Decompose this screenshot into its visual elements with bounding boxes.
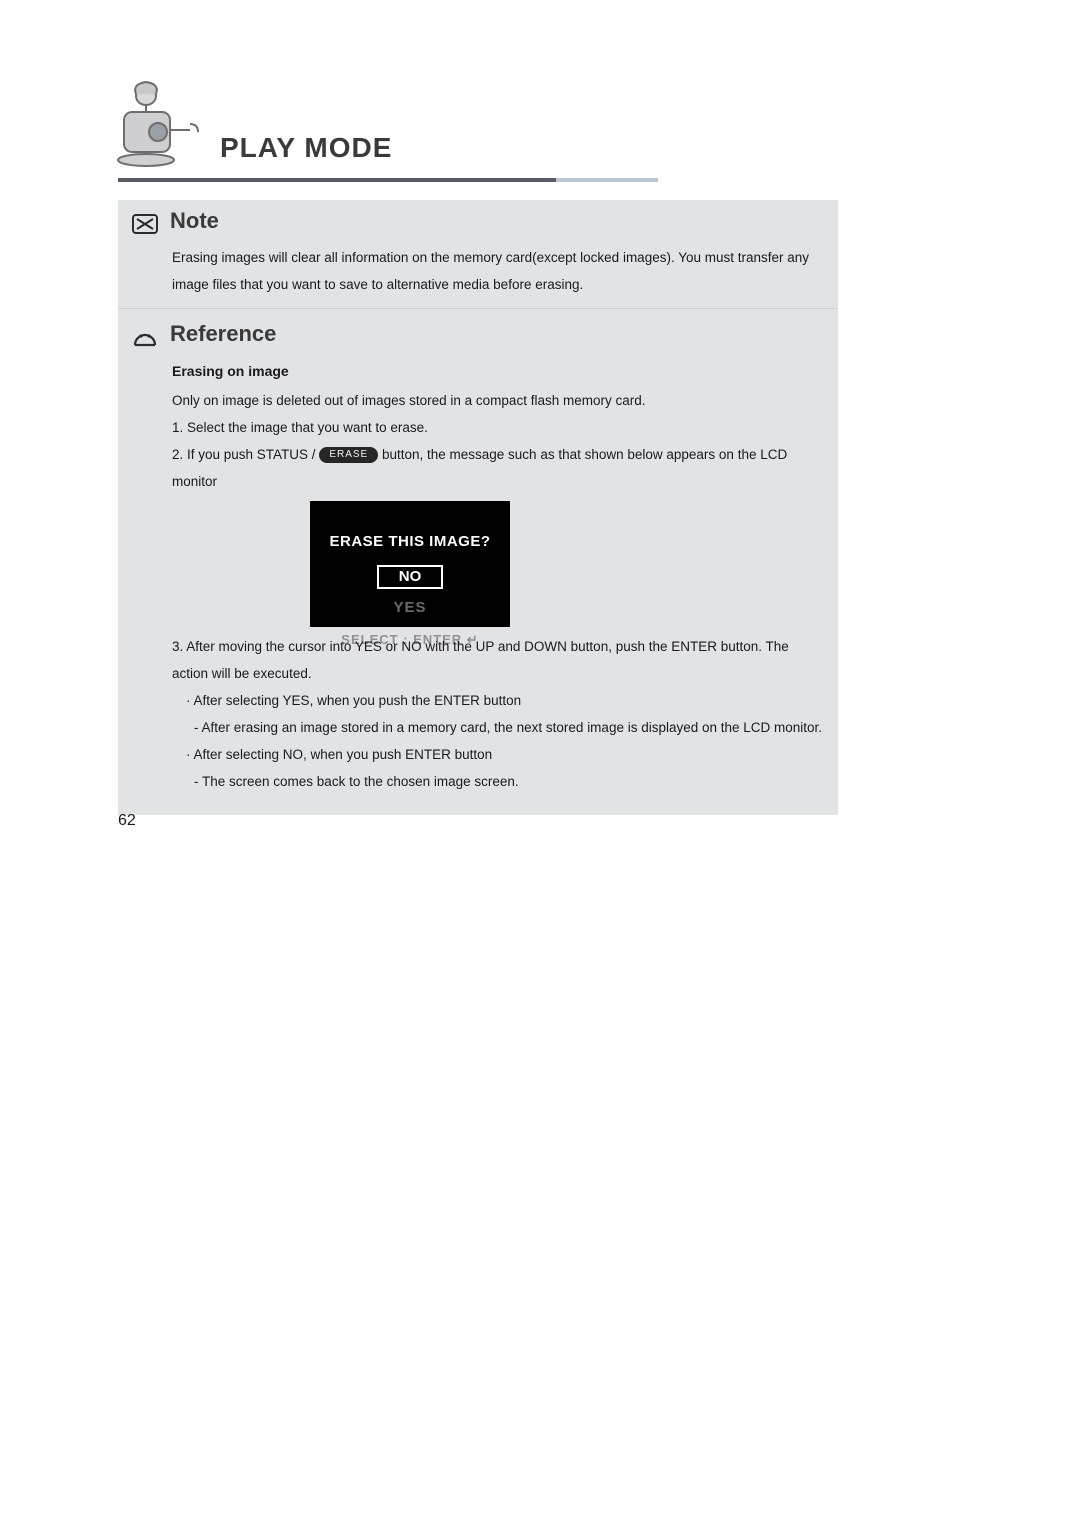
page-header: PLAY MODE xyxy=(118,80,838,188)
reference-step2: 2. If you push STATUS / ERASE button, th… xyxy=(172,441,824,495)
step2-pre: 2. If you push STATUS / xyxy=(172,447,319,462)
reference-subhead: Erasing on image xyxy=(172,357,824,385)
note-icon xyxy=(132,212,158,236)
mascot-illustration xyxy=(106,78,206,188)
reference-heading: Reference xyxy=(170,321,276,347)
bullet-no-detail: - The screen comes back to the chosen im… xyxy=(194,768,824,795)
lcd-monitor: ERASE THIS IMAGE? NO YES SELECT : ENTER … xyxy=(310,501,510,627)
note-body: Erasing images will clear all informatio… xyxy=(172,244,824,298)
reference-section-header: Reference xyxy=(132,323,824,349)
page-number: 62 xyxy=(118,812,136,830)
reference-step3: 3. After moving the cursor into YES or N… xyxy=(172,633,824,687)
reference-step1: 1. Select the image that you want to era… xyxy=(172,414,824,441)
reference-intro: Only on image is deleted out of images s… xyxy=(172,387,824,414)
lcd-screenshot: ERASE THIS IMAGE? NO YES SELECT : ENTER … xyxy=(310,501,510,627)
reference-icon xyxy=(132,325,158,349)
bullet-no: · After selecting NO, when you push ENTE… xyxy=(186,741,824,768)
bullet-yes: · After selecting YES, when you push the… xyxy=(186,687,824,714)
page-title: PLAY MODE xyxy=(220,132,392,164)
reference-body: Erasing on image Only on image is delete… xyxy=(172,357,824,795)
erase-button-label: ERASE xyxy=(319,447,378,463)
lcd-question: ERASE THIS IMAGE? xyxy=(310,527,510,557)
note-section-header: Note xyxy=(132,210,824,236)
manual-page: PLAY MODE Note Erasing images will clear… xyxy=(118,80,838,815)
section-divider xyxy=(118,308,838,309)
header-rule xyxy=(118,178,658,184)
content-panel: Note Erasing images will clear all infor… xyxy=(118,200,838,815)
lcd-option-yes: YES xyxy=(310,593,510,623)
note-heading: Note xyxy=(170,208,219,234)
lcd-option-no: NO xyxy=(377,565,444,589)
bullet-yes-detail: - After erasing an image stored in a mem… xyxy=(194,714,824,741)
